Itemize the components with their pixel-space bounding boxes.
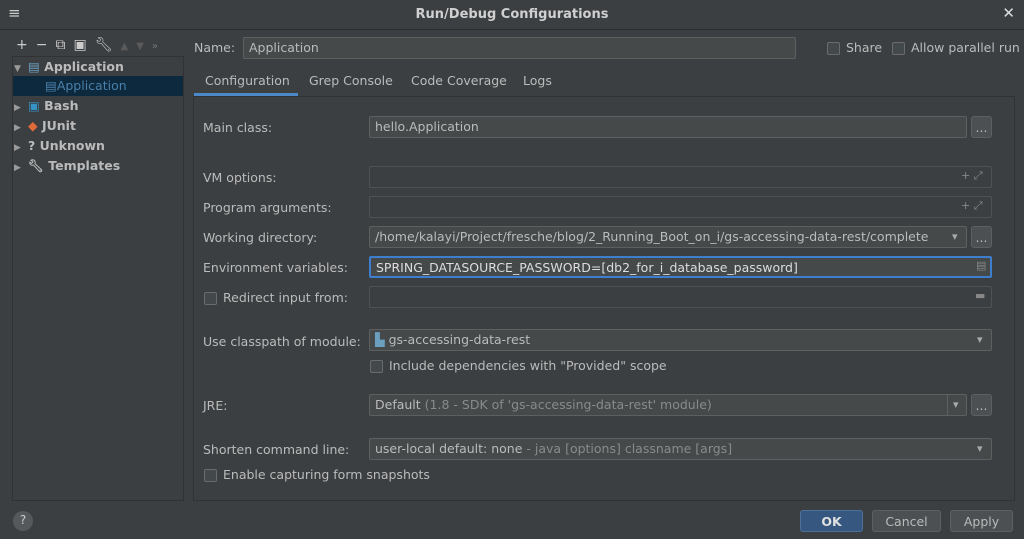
- main-class-input[interactable]: hello.Application: [369, 116, 967, 138]
- wrench-icon[interactable]: 🔧︎: [95, 37, 113, 53]
- tree-toolbar: + − ⧉ ▣ 🔧︎ ▲ ▼ »: [16, 37, 158, 53]
- application-icon: ▤: [28, 59, 45, 74]
- expand-icon[interactable]: + ⤢: [961, 199, 983, 213]
- env-vars-label: Environment variables:: [203, 260, 348, 275]
- tree-label: Unknown: [39, 138, 105, 153]
- minus-icon[interactable]: −: [36, 37, 48, 53]
- chevron-down-icon[interactable]: ▾: [952, 230, 958, 243]
- shorten-value: user-local default: none: [375, 441, 523, 456]
- chevron-down-icon[interactable]: ▾: [953, 398, 959, 411]
- redirect-input-field[interactable]: [369, 286, 992, 308]
- tree-label: Application: [44, 59, 124, 74]
- window-title: Run/Debug Configurations: [415, 7, 609, 22]
- title-bar: ≡ Run/Debug Configurations ✕: [0, 0, 1024, 30]
- collapse-arrow-icon[interactable]: ▶: [14, 163, 28, 173]
- tab-label: Configuration: [205, 73, 290, 88]
- share-checkbox[interactable]: Share: [827, 40, 882, 55]
- folder-icon[interactable]: ▬: [975, 289, 985, 302]
- collapse-arrow-icon[interactable]: ▶: [14, 123, 28, 133]
- junit-icon: ◆: [28, 118, 42, 133]
- vm-options-input[interactable]: [369, 166, 992, 188]
- bash-icon: ▣: [28, 98, 45, 113]
- cancel-button[interactable]: Cancel: [872, 510, 941, 532]
- shorten-select[interactable]: user-local default: none - java [options…: [369, 438, 992, 460]
- include-deps-label: Include dependencies with "Provided" sco…: [389, 358, 667, 373]
- jre-select[interactable]: Default (1.8 - SDK of 'gs-accessing-data…: [369, 394, 967, 416]
- include-deps-checkbox[interactable]: Include dependencies with "Provided" sco…: [370, 358, 667, 373]
- share-label: Share: [846, 40, 883, 55]
- program-args-label: Program arguments:: [203, 200, 332, 215]
- expand-icon[interactable]: + ⤢: [961, 169, 983, 183]
- question-icon: ?: [28, 138, 40, 153]
- env-vars-input[interactable]: SPRING_DATASOURCE_PASSWORD=[db2_for_i_da…: [369, 256, 992, 278]
- redirect-label: Redirect input from:: [223, 290, 348, 305]
- parallel-label: Allow parallel run: [911, 40, 1020, 55]
- classpath-label: Use classpath of module:: [203, 334, 361, 349]
- tree-label: Application: [56, 78, 127, 93]
- ok-button[interactable]: OK: [800, 510, 863, 532]
- collapse-arrow-icon[interactable]: ▶: [14, 103, 28, 113]
- tree-item-application[interactable]: ▼ ▤ Application: [14, 57, 184, 77]
- tree-item-templates[interactable]: ▶ 🔧︎ Templates: [14, 156, 184, 176]
- wrench-icon: 🔧︎: [28, 158, 49, 173]
- tree-item-application-config[interactable]: ▤Application: [13, 76, 183, 96]
- arrow-down-icon[interactable]: ▼: [136, 41, 144, 52]
- vm-options-label: VM options:: [203, 170, 277, 185]
- arrow-up-icon[interactable]: ▲: [120, 41, 128, 52]
- more-icon[interactable]: »: [152, 41, 158, 52]
- chevron-down-icon[interactable]: ▾: [977, 333, 983, 346]
- name-input[interactable]: Application: [243, 37, 796, 59]
- tab-grep-console[interactable]: Grep Console: [309, 73, 393, 88]
- expand-arrow-icon[interactable]: ▼: [14, 64, 28, 74]
- main-class-browse-button[interactable]: ...: [971, 116, 992, 138]
- tree-item-junit[interactable]: ▶ ◆ JUnit: [14, 116, 184, 136]
- copy-icon[interactable]: ⧉: [55, 37, 65, 53]
- snapshots-checkbox[interactable]: Enable capturing form snapshots: [204, 467, 430, 482]
- classpath-select[interactable]: ▙ gs-accessing-data-rest: [369, 329, 992, 351]
- tab-logs[interactable]: Logs: [523, 73, 552, 88]
- working-dir-label: Working directory:: [203, 230, 318, 245]
- classpath-value: gs-accessing-data-rest: [388, 332, 531, 347]
- working-dir-browse-button[interactable]: ...: [971, 226, 992, 248]
- tree-label: JUnit: [41, 118, 76, 133]
- apply-button[interactable]: Apply: [950, 510, 1013, 532]
- help-button[interactable]: ?: [13, 511, 33, 531]
- shorten-label: Shorten command line:: [203, 442, 350, 457]
- working-dir-input[interactable]: /home/kalayi/Project/fresche/blog/2_Runn…: [369, 226, 967, 248]
- snapshots-label: Enable capturing form snapshots: [223, 467, 430, 482]
- plus-icon[interactable]: +: [16, 37, 28, 53]
- collapse-arrow-icon[interactable]: ▶: [14, 143, 28, 153]
- tree-item-bash[interactable]: ▶ ▣ Bash: [14, 96, 184, 116]
- module-folder-icon: ▙: [375, 332, 389, 347]
- main-class-label: Main class:: [203, 120, 273, 135]
- chevron-down-icon[interactable]: ▾: [977, 442, 983, 455]
- jre-label: JRE:: [203, 398, 228, 413]
- close-icon[interactable]: ✕: [1002, 4, 1015, 22]
- shorten-hint: - java [options] classname [args]: [526, 441, 733, 456]
- jre-value: Default: [375, 397, 421, 412]
- application-icon: ▤: [45, 78, 57, 93]
- edit-list-icon[interactable]: ▤: [976, 259, 986, 272]
- redirect-input-checkbox[interactable]: Redirect input from:: [204, 290, 348, 305]
- jre-browse-button[interactable]: ...: [971, 394, 992, 416]
- tab-configuration[interactable]: Configuration: [194, 69, 298, 96]
- tree-label: Bash: [44, 98, 79, 113]
- parallel-run-checkbox[interactable]: Allow parallel run: [892, 40, 1020, 55]
- program-args-input[interactable]: [369, 196, 992, 218]
- jre-hint: (1.8 - SDK of 'gs-accessing-data-rest' m…: [424, 397, 712, 412]
- tree-item-unknown[interactable]: ▶? Unknown: [14, 136, 184, 156]
- tree-label: Templates: [48, 158, 121, 173]
- save-icon[interactable]: ▣: [73, 37, 86, 53]
- tab-code-coverage[interactable]: Code Coverage: [411, 73, 507, 88]
- name-label: Name:: [194, 40, 236, 55]
